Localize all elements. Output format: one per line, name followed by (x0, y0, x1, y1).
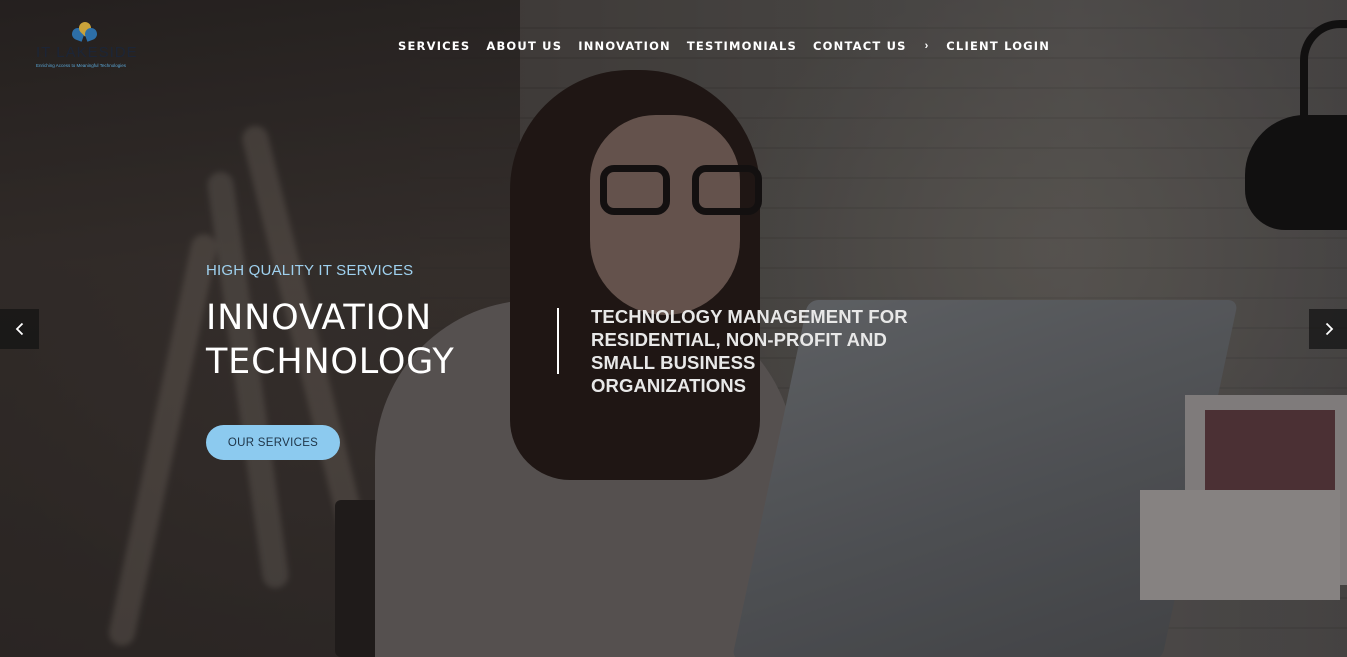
nav-item-about-us[interactable]: ABOUT US (486, 39, 562, 53)
chevron-right-icon (1325, 322, 1333, 336)
logo-tagline: Enriching Access to Meaningful Technolog… (36, 63, 126, 68)
nav-separator-icon: › (924, 40, 929, 52)
hero-headline-line1: INNOVATION (206, 298, 432, 338)
nav-item-client-login[interactable]: CLIENT LOGIN (946, 39, 1050, 53)
nav-item-contact-us[interactable]: CONTACT US (813, 39, 907, 53)
nav-item-innovation[interactable]: INNOVATION (578, 39, 671, 53)
hero-eyebrow: HIGH QUALITY IT SERVICES (206, 262, 414, 279)
slider-next-button[interactable] (1309, 309, 1347, 349)
hero-tagline-line: TECHNOLOGY MANAGEMENT FOR (591, 306, 908, 327)
hero-tagline-line: SMALL BUSINESS (591, 352, 756, 373)
hero-headline: INNOVATION TECHNOLOGY (206, 296, 455, 384)
hero-headline-line2: TECHNOLOGY (206, 342, 455, 382)
chevron-left-icon (15, 322, 23, 336)
logo-text: IT LAKESIDE (36, 44, 138, 61)
lotus-logo-icon (70, 19, 99, 42)
main-nav: SERVICES ABOUT US INNOVATION TESTIMONIAL… (398, 39, 1050, 53)
nav-item-testimonials[interactable]: TESTIMONIALS (687, 39, 797, 53)
hero-tagline-line: ORGANIZATIONS (591, 375, 747, 396)
hero-divider (557, 308, 559, 374)
slider-prev-button[interactable] (0, 309, 39, 349)
site-logo[interactable]: IT LAKESIDE Enriching Access to Meaningf… (34, 19, 137, 72)
nav-item-services[interactable]: SERVICES (398, 39, 470, 53)
hero-tagline: TECHNOLOGY MANAGEMENT FOR RESIDENTIAL, N… (591, 305, 931, 397)
hero-tagline-line: RESIDENTIAL, NON-PROFIT AND (591, 329, 887, 350)
our-services-button[interactable]: OUR SERVICES (206, 425, 340, 460)
